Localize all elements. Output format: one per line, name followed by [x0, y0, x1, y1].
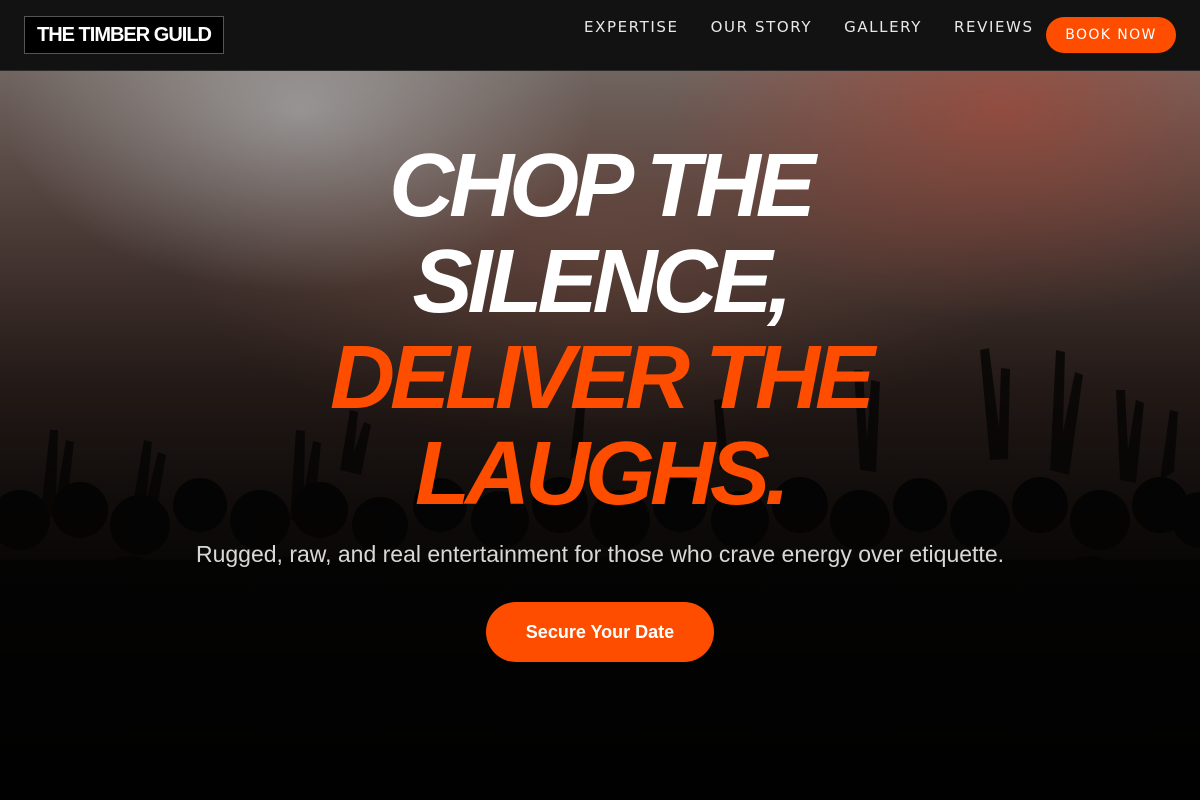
hero-headline: CHOP THE SILENCE, DELIVER THE LAUGHS. — [0, 138, 1200, 522]
nav-item-gallery[interactable]: GALLERY — [844, 17, 922, 37]
secure-your-date-button[interactable]: Secure Your Date — [486, 602, 714, 662]
brand-logo[interactable]: THE TIMBER GUILD — [24, 16, 224, 54]
site-header: THE TIMBER GUILD EXPERTISE OUR STORY GAL… — [0, 0, 1200, 71]
nav-item-our-story[interactable]: OUR STORY — [711, 17, 813, 37]
book-now-button[interactable]: BOOK NOW — [1046, 17, 1176, 53]
nav-item-expertise[interactable]: EXPERTISE — [584, 17, 679, 37]
headline-line-1: CHOP THE — [389, 136, 816, 236]
hero-subline: Rugged, raw, and real entertainment for … — [195, 541, 1005, 567]
main-nav: EXPERTISE OUR STORY GALLERY REVIEWS — [568, 17, 1050, 37]
headline-line-3: DELIVER THE — [329, 328, 875, 428]
headline-line-2: SILENCE, — [412, 232, 792, 332]
headline-line-4: LAUGHS. — [415, 424, 790, 524]
nav-item-reviews[interactable]: REVIEWS — [954, 17, 1034, 37]
